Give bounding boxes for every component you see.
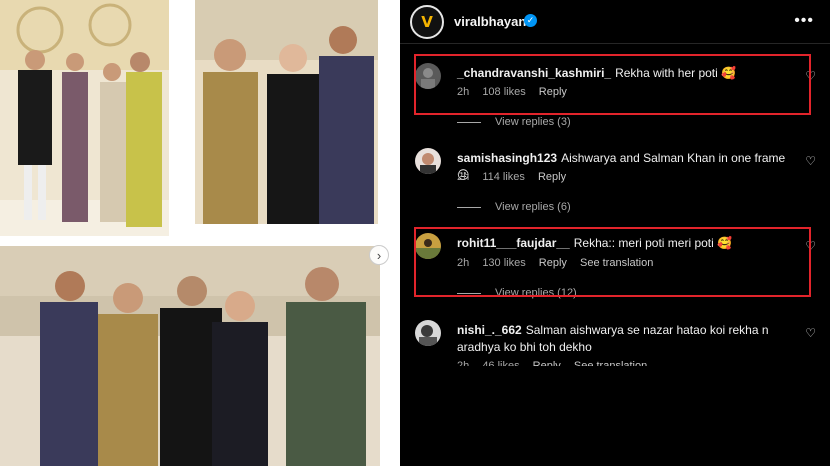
replies-divider — [457, 206, 481, 208]
comment-username[interactable]: samishasingh123 — [457, 151, 557, 165]
reply-button[interactable]: Reply — [538, 171, 566, 183]
post-photo-3 — [0, 246, 380, 466]
account-avatar[interactable]: V — [410, 5, 444, 39]
brand-logo-icon: V — [421, 13, 433, 31]
view-replies-button[interactable]: View replies (6) — [457, 201, 571, 213]
replies-divider — [457, 121, 481, 123]
comment-item: samishasingh123 Aishwarya and Salman Khan… — [400, 148, 830, 218]
like-heart-icon[interactable]: ♡ — [805, 154, 816, 168]
view-replies-label: View replies (6) — [495, 201, 571, 213]
post-username[interactable]: viralbhayani — [454, 14, 530, 29]
photo-2-image — [195, 0, 378, 224]
comment-time: 2h — [457, 171, 470, 183]
comment-username[interactable]: nishi_._662 — [457, 323, 522, 337]
panel-bottom-fill — [400, 366, 830, 466]
view-replies-button[interactable]: View replies (3) — [457, 116, 571, 128]
highlight-box-comment-3 — [414, 227, 811, 297]
post-header: V viralbhayani ✓ ••• — [400, 0, 830, 44]
highlight-box-comment-1 — [414, 54, 811, 115]
comment-text: nishi_._662 Salman aishwarya se nazar hat… — [457, 322, 787, 356]
comment-likes[interactable]: 114 likes — [482, 171, 525, 183]
post-photo-1 — [0, 0, 169, 236]
post-photo-2 — [195, 0, 378, 224]
carousel-next-button[interactable]: › — [369, 245, 389, 265]
view-replies-label: View replies (3) — [495, 116, 571, 128]
like-heart-icon[interactable]: ♡ — [805, 326, 816, 340]
verified-icon: ✓ — [524, 14, 537, 27]
comment-avatar[interactable] — [415, 148, 441, 174]
photo-3-image — [0, 246, 380, 466]
photo-1-image — [0, 0, 169, 236]
more-options-icon[interactable]: ••• — [794, 12, 814, 30]
comment-avatar[interactable] — [415, 320, 441, 346]
comment-meta: 2h 114 likes Reply — [457, 171, 576, 183]
comments-panel: V viralbhayani ✓ ••• _chandravanshi_kash… — [400, 0, 830, 466]
